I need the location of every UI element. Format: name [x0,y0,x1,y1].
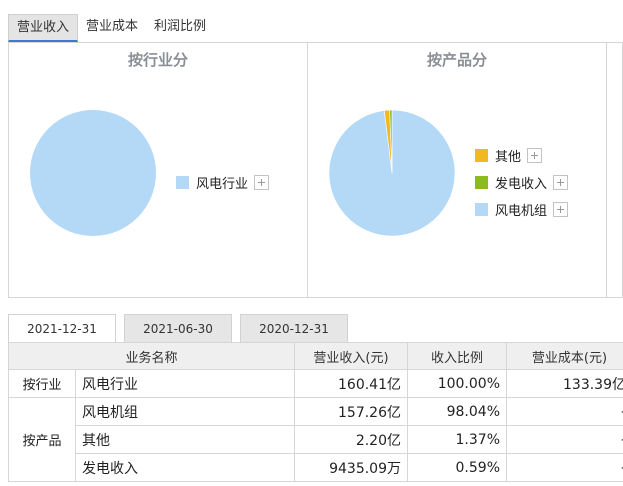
top-tab-bar: 营业收入 营业成本 利润比例 [8,14,214,42]
business-name-cell: 其他 [75,425,295,454]
legend-label: 其他 [495,150,522,165]
product-pie-chart [328,109,456,237]
expand-plus-icon[interactable] [527,148,543,163]
table-row: 其他 2.20亿 1.37% - [9,425,623,454]
ratio-cell: 0.59% [407,453,507,482]
revenue-cell: 157.26亿 [294,397,408,426]
legend-label: 风电机组 [495,204,548,219]
legend-item-wind-turbine: 风电机组 [475,196,569,223]
table-row: 按行业 风电行业 160.41亿 100.00% 133.39亿 [8,369,623,398]
group-label-industry: 按行业 [8,369,76,398]
col-header-revenue: 营业收入(元) [294,342,408,370]
revenue-cell: 2.20亿 [294,425,408,454]
product-panel-title: 按产品分 [426,51,487,69]
revenue-cell: 9435.09万 [294,453,408,482]
tab-date-2021-12-31[interactable]: 2021-12-31 [8,314,116,343]
tab-date-2020-12-31[interactable]: 2020-12-31 [240,314,348,342]
col-header-ratio: 收入比例 [407,342,507,370]
industry-pie-chart [30,110,156,236]
business-name-cell: 风电机组 [75,397,295,426]
expand-plus-icon[interactable] [553,202,569,217]
legend-swatch [475,176,488,189]
expand-plus-icon[interactable] [553,175,569,190]
product-panel: 按产品分 其他 发电收入 风电机组 [308,43,607,297]
business-name-cell: 风电行业 [75,369,295,398]
legend-label: 风电行业 [196,177,249,192]
group-label-product: 按产品 [8,397,76,482]
ratio-cell: 1.37% [407,425,507,454]
pie-slice-风电行业[interactable] [30,110,156,236]
table-header-row: 业务名称 营业收入(元) 收入比例 营业成本(元) [8,342,623,370]
legend-swatch [475,203,488,216]
tab-profit-ratio[interactable]: 利润比例 [146,14,214,40]
cost-cell: - [506,453,623,482]
legend-swatch [475,149,488,162]
legend-swatch [176,176,189,189]
cost-cell: - [506,397,623,426]
industry-panel-title: 按行业分 [127,51,188,69]
table-row: 按产品 风电机组 157.26亿 98.04% - [8,397,623,482]
cost-cell: 133.39亿 [506,369,623,398]
ratio-cell: 100.00% [407,369,507,398]
revenue-table: 业务名称 营业收入(元) 收入比例 营业成本(元) 按行业 风电行业 160.4… [8,342,623,482]
industry-panel: 按行业分 风电行业 [9,43,308,297]
legend-item-wind-industry: 风电行业 [176,169,270,196]
tab-cost[interactable]: 营业成本 [78,14,146,40]
revenue-cell: 160.41亿 [294,369,408,398]
tab-revenue[interactable]: 营业收入 [8,14,79,42]
business-name-cell: 发电收入 [75,453,295,482]
date-tab-bar: 2021-12-31 2021-06-30 2020-12-31 [8,314,356,343]
legend-item-other: 其他 [475,142,568,169]
charts-area: 按行业分 风电行业 按产品分 其他 发电收入 风电机组 [8,42,623,298]
ratio-cell: 98.04% [407,397,507,426]
cost-cell: - [506,425,623,454]
expand-plus-icon[interactable] [254,175,270,190]
legend-label: 发电收入 [495,177,548,192]
col-header-business-name: 业务名称 [8,342,295,370]
legend-item-power-revenue: 发电收入 [475,169,569,196]
industry-legend: 风电行业 [176,169,270,196]
tab-date-2021-06-30[interactable]: 2021-06-30 [124,314,232,342]
col-header-cost: 营业成本(元) [506,342,623,370]
product-legend: 其他 发电收入 风电机组 [475,142,569,223]
table-row: 发电收入 9435.09万 0.59% - [9,453,623,482]
